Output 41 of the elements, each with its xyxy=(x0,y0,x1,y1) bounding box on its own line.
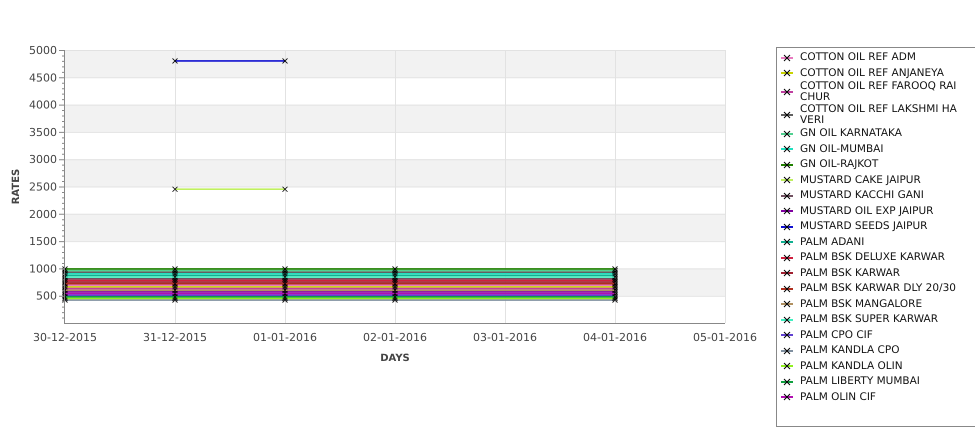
axis-title: RATES xyxy=(11,168,22,204)
legend-label: PALM BSK SUPER KARWAR xyxy=(800,314,939,325)
legend-label: COTTON OIL REF ADM xyxy=(800,52,917,63)
legend-label: PALM BSK DELUXE KARWAR xyxy=(800,252,946,263)
tick-label: 4000 xyxy=(29,98,57,112)
legend-label: MUSTARD OIL EXP JAIPUR xyxy=(800,206,934,216)
tick-label: 03-01-2016 xyxy=(473,331,537,344)
legend-label: PALM KANDLA OLIN xyxy=(800,360,904,372)
tick-label: 5000 xyxy=(29,44,57,57)
tick-label: 05-01-2016 xyxy=(693,331,757,344)
tick-label: 4500 xyxy=(29,71,57,84)
tick-label: 04-01-2016 xyxy=(583,331,647,344)
legend-label: PALM BSK MANGALORE xyxy=(800,298,924,310)
legend-label: PALM LIBERTY MUMBAI xyxy=(800,376,921,387)
legend-label: PALM ADANI xyxy=(800,236,866,248)
legend-label: PALM BSK KARWAR xyxy=(800,268,902,278)
legend-label: MUSTARD CAKE JAIPUR xyxy=(800,174,922,186)
legend-label: PALM BSK KARWAR DLY 20/30 xyxy=(800,283,957,294)
legend-label: COTTON OIL REF FAROOQ RAICHUR xyxy=(800,81,958,103)
tick-label: 31-12-2015 xyxy=(143,331,207,344)
legend-label: COTTON OIL REF ANJANEYA xyxy=(800,68,945,78)
tick-label: 3500 xyxy=(29,126,57,139)
axis-title: DAYS xyxy=(380,353,410,364)
legend-label: MUSTARD SEEDS JAIPUR xyxy=(800,221,928,232)
tick-label: 2000 xyxy=(29,208,57,221)
legend-label: PALM CPO CIF xyxy=(800,330,874,340)
tick-label: 2500 xyxy=(29,180,57,194)
legend-label: PALM KANDLA CPO xyxy=(800,345,900,356)
tick-label: 1000 xyxy=(29,262,57,276)
tick-label: 500 xyxy=(36,290,57,303)
tick-label: 01-01-2016 xyxy=(253,331,317,344)
tick-label: 02-01-2016 xyxy=(363,331,427,344)
legend-label: GN OIL-RAJKOT xyxy=(800,159,880,170)
legend-label: PALM OLIN CIF xyxy=(800,392,877,402)
tick-label: 1500 xyxy=(29,235,57,248)
tick-label: 3000 xyxy=(29,153,57,166)
legend-label: GN OIL-MUMBAI xyxy=(800,144,884,154)
tick-label: 30-12-2015 xyxy=(33,331,97,344)
legend-label: COTTON OIL REF LAKSHMI HAVERI xyxy=(800,104,958,126)
legend-label: GN OIL KARNATAKA xyxy=(800,128,903,139)
legend-label: MUSTARD KACCHI GANI xyxy=(800,190,925,201)
